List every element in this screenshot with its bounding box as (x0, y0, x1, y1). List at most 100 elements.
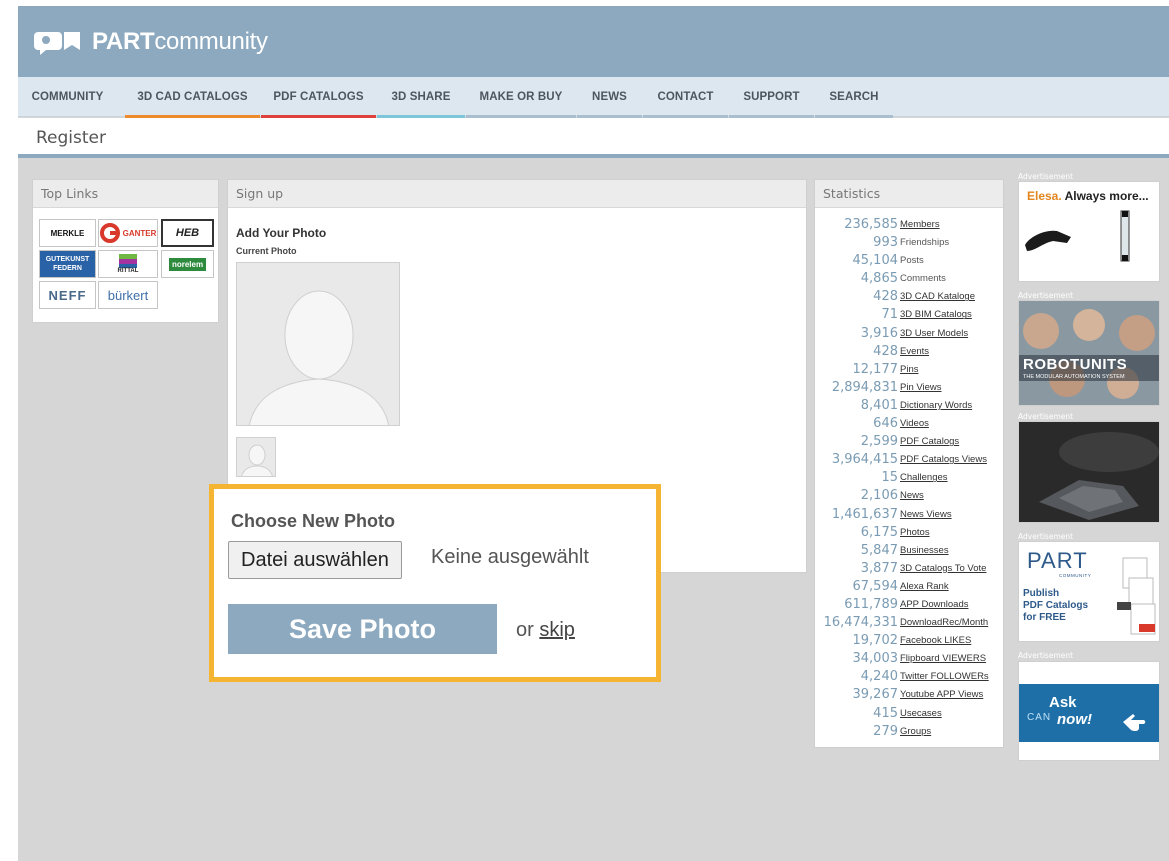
stat-label[interactable]: 3D Catalogs To Vote (900, 562, 986, 576)
ad-label: Advertisement (1018, 651, 1074, 660)
stat-label[interactable]: DownloadRec/Month (900, 616, 988, 630)
stat-label[interactable]: Pin Views (900, 381, 942, 395)
stat-row: 8,401 Dictionary Words (815, 397, 1005, 415)
brand-logo-heb[interactable]: HEB (161, 219, 214, 247)
stat-label[interactable]: PDF Catalogs (900, 435, 959, 449)
ad-robotunits[interactable]: ROBOTUNITS THE MODULAR AUTOMATION SYSTEM (1018, 300, 1160, 406)
stat-row: 611,789 APP Downloads (815, 596, 1005, 614)
brand-logo-norelem[interactable]: norelem (161, 250, 214, 278)
current-photo-placeholder (236, 262, 400, 426)
stat-value: 415 (873, 705, 898, 721)
stat-value: 4,240 (860, 669, 898, 685)
nav-pdf-catalogs[interactable]: PDF CATALOGS (261, 77, 376, 118)
stat-row: 2,599 PDF Catalogs (815, 433, 1005, 451)
ad-part-publish[interactable]: PART COMMUNITY Publish PDF Catalogs for … (1018, 541, 1160, 642)
stat-value: 2,599 (860, 434, 898, 450)
stat-row: 3,877 3D Catalogs To Vote (815, 560, 1005, 578)
stat-label[interactable]: Businesses (900, 544, 949, 558)
brand-logo-rittal[interactable]: RITTAL (98, 250, 158, 278)
brand-logo-merkle[interactable]: MERKLE (39, 219, 96, 247)
stat-label[interactable]: Groups (900, 725, 931, 739)
stat-value: 15 (881, 470, 898, 486)
part-ad-text: Publish PDF Catalogs for FREE (1023, 588, 1089, 623)
stat-value: 428 (873, 343, 898, 359)
nav-community[interactable]: COMMUNITY (18, 77, 117, 117)
stat-label[interactable]: Videos (900, 417, 929, 431)
robotunits-title: ROBOTUNITS (1023, 356, 1128, 373)
stat-row: 39,267 Youtube APP Views (815, 686, 1005, 704)
stat-label[interactable]: 3D User Models (900, 327, 968, 341)
stat-value: 3,916 (860, 325, 898, 341)
brand-logo-neff[interactable]: NEFF (39, 281, 96, 309)
robotunits-subtitle: THE MODULAR AUTOMATION SYSTEM (1023, 374, 1125, 380)
stat-label[interactable]: Challenges (900, 471, 948, 485)
stat-label: Friendships (900, 237, 950, 249)
stat-row: 19,702 Facebook LIKES (815, 632, 1005, 650)
stat-value: 71 (881, 307, 898, 323)
stat-row: 12,177 Pins (815, 361, 1005, 379)
ad-3d-print[interactable] (1018, 421, 1160, 523)
stat-label[interactable]: Twitter FOLLOWERs (900, 670, 989, 684)
stat-row: 67,594 Alexa Rank (815, 578, 1005, 596)
stat-value: 6,175 (860, 524, 898, 540)
brand-logo-ganter[interactable]: GANTER (98, 219, 158, 247)
save-photo-button[interactable]: Save Photo (228, 604, 497, 654)
nav-search[interactable]: SEARCH (815, 77, 893, 118)
ad-ask-now[interactable]: Ask CAN now! (1018, 661, 1160, 761)
ad-label: Advertisement (1018, 291, 1074, 300)
stat-label[interactable]: 3D BIM Catalogs (900, 308, 972, 322)
stat-value: 19,702 (852, 633, 899, 649)
statistics-panel: Statistics 236,585 Members 993 Friendships 4… (814, 179, 1004, 748)
current-photo-label: Current Photo (236, 246, 297, 256)
stat-label[interactable]: Pins (900, 363, 918, 377)
stat-row: 428 3D CAD Kataloge (815, 288, 1005, 306)
stat-row: 415 Usecases (815, 705, 1005, 723)
nav-3d-share[interactable]: 3D SHARE (377, 77, 465, 118)
robotunits-photo-icon (1019, 301, 1159, 405)
stat-label[interactable]: News (900, 489, 924, 503)
choose-file-button[interactable]: Datei auswählen (228, 541, 402, 579)
brand-logo-burkert[interactable]: bürkert (98, 281, 158, 309)
stat-row: 2,894,831 Pin Views (815, 379, 1005, 397)
stat-label[interactable]: Alexa Rank (900, 580, 949, 594)
stat-label[interactable]: Usecases (900, 707, 942, 721)
stat-label[interactable]: Dictionary Words (900, 399, 972, 413)
stat-value: 67,594 (852, 578, 899, 594)
stat-label[interactable]: Photos (900, 526, 930, 540)
top-links-title: Top Links (33, 180, 218, 208)
stat-row: 34,003 Flipboard VIEWERS (815, 650, 1005, 668)
stat-label[interactable]: APP Downloads (900, 598, 968, 612)
statistics-title: Statistics (815, 180, 1003, 208)
nav-news[interactable]: NEWS (577, 77, 642, 118)
file-status-text: Keine ausgewählt (431, 546, 589, 568)
ad-elesa[interactable]: Elesa. Always more... (1018, 181, 1160, 282)
nav-contact[interactable]: CONTACT (643, 77, 728, 118)
stat-row: 428 Events (815, 343, 1005, 361)
stat-row: 6,175 Photos (815, 524, 1005, 542)
nav-support[interactable]: SUPPORT (729, 77, 814, 118)
stat-label[interactable]: 3D CAD Kataloge (900, 290, 975, 304)
stat-value: 3,964,415 (831, 452, 898, 468)
nav-3d-cad-catalogs[interactable]: 3D CAD CATALOGS (125, 77, 260, 118)
nav-make-or-buy[interactable]: MAKE OR BUY (466, 77, 576, 118)
stat-label[interactable]: News Views (900, 508, 952, 522)
stat-label[interactable]: Flipboard VIEWERS (900, 652, 986, 666)
stat-value: 3,877 (860, 560, 898, 576)
stat-value: 39,267 (852, 687, 899, 703)
skip-link[interactable]: skip (539, 619, 575, 641)
rittal-mark-icon (119, 254, 137, 268)
stat-row: 4,865 Comments (815, 270, 1005, 288)
brand-logo-gutekunst[interactable]: GUTEKUNST FEDERN (39, 250, 96, 278)
ask-banner: Ask CAN now! (1019, 684, 1159, 742)
stat-label[interactable]: Facebook LIKES (900, 634, 971, 648)
ad-label: Advertisement (1018, 532, 1074, 541)
photo-thumbnail[interactable] (236, 437, 276, 477)
stat-label[interactable]: Youtube APP Views (900, 688, 983, 702)
stat-label: Comments (900, 273, 946, 285)
stat-label[interactable]: Members (900, 218, 940, 232)
elesa-product-icon (1025, 210, 1130, 262)
site-logo[interactable]: PARTcommunity (34, 26, 268, 58)
stat-label[interactable]: Events (900, 345, 929, 359)
page-background: PARTcommunity COMMUNITY 3D CAD CATALOGS … (18, 6, 1169, 861)
stat-label[interactable]: PDF Catalogs Views (900, 453, 987, 467)
